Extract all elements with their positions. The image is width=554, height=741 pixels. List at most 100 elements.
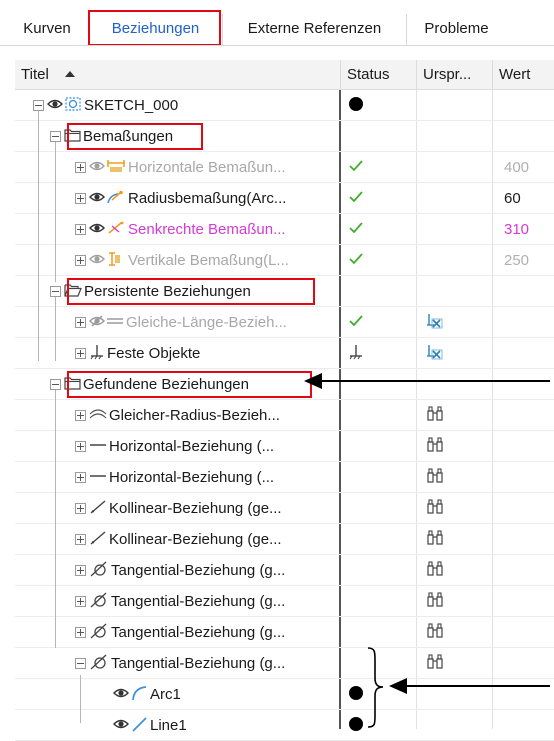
expand-toggle[interactable] bbox=[75, 410, 86, 421]
tree-node-dimension[interactable]: Vertikale Bemaßung(L... 250 bbox=[15, 245, 554, 276]
annotation-brace bbox=[367, 647, 384, 728]
origin-cell bbox=[416, 617, 454, 648]
tree-node-label: Vertikale Bemaßung(L... bbox=[128, 252, 289, 269]
line-icon bbox=[130, 716, 148, 736]
tree-node-label: Horizontal-Beziehung (... bbox=[109, 438, 275, 455]
column-header-row: Titel Status Urspr... Wert bbox=[15, 60, 554, 90]
tree-node-dimensions[interactable]: Bemaßungen bbox=[15, 121, 554, 152]
tree-node-label: Feste Objekte bbox=[107, 345, 201, 362]
tree-guide-line bbox=[80, 675, 81, 723]
column-header-title[interactable]: Titel bbox=[15, 60, 340, 90]
eye-icon[interactable] bbox=[89, 252, 105, 269]
tree-node-dimension[interactable]: Horizontale Bemaßun... 400 bbox=[15, 152, 554, 183]
tree-guide-line bbox=[38, 111, 39, 361]
status-cell bbox=[341, 462, 371, 493]
tree-node-relation[interactable]: Horizontal-Beziehung (... bbox=[15, 431, 554, 462]
tree-node-dimension[interactable]: Radiusbemaßung(Arc... 60 bbox=[15, 183, 554, 214]
status-cell bbox=[341, 617, 371, 648]
expand-toggle[interactable] bbox=[75, 162, 86, 173]
tree-node-label: Persistente Beziehungen bbox=[84, 283, 251, 300]
tab-divider bbox=[0, 45, 554, 46]
tree-node-dimension[interactable]: Senkrechte Bemaßun... 310 bbox=[15, 214, 554, 245]
tree-node-label: Radiusbemaßung(Arc... bbox=[128, 190, 287, 207]
tree-node-label: Tangential-Beziehung (g... bbox=[111, 655, 286, 672]
collinear-relation-icon bbox=[89, 499, 107, 518]
value-cell[interactable]: 400 bbox=[504, 152, 529, 183]
eye-icon[interactable] bbox=[89, 190, 105, 207]
check-icon bbox=[348, 252, 364, 270]
expand-toggle[interactable] bbox=[75, 224, 86, 235]
column-header-origin[interactable]: Urspr... bbox=[416, 60, 492, 90]
expand-toggle[interactable] bbox=[75, 565, 86, 576]
sketch-icon bbox=[64, 96, 82, 116]
tree-node-relation[interactable]: Kollinear-Beziehung (ge... bbox=[15, 524, 554, 555]
eye-icon[interactable] bbox=[89, 159, 105, 176]
expand-toggle[interactable] bbox=[75, 255, 86, 266]
tab-beziehungen[interactable]: Beziehungen bbox=[88, 14, 222, 46]
expand-toggle[interactable] bbox=[75, 627, 86, 638]
status-cell bbox=[341, 338, 371, 369]
origin-cell bbox=[416, 338, 454, 369]
expand-toggle[interactable] bbox=[75, 534, 86, 545]
column-header-value[interactable]: Wert bbox=[492, 60, 554, 90]
tree-node-label: Tangential-Beziehung (g... bbox=[111, 562, 286, 579]
expand-toggle[interactable] bbox=[75, 193, 86, 204]
tree-node-sketch[interactable]: SKETCH_000 bbox=[15, 90, 554, 121]
tree-node-relation[interactable]: Kollinear-Beziehung (ge... bbox=[15, 493, 554, 524]
radius-dimension-icon bbox=[106, 190, 126, 208]
origin-cell bbox=[416, 400, 454, 431]
tab-kurven[interactable]: Kurven bbox=[8, 14, 86, 46]
tree-node-relation[interactable]: Horizontal-Beziehung (... bbox=[15, 462, 554, 493]
eye-icon[interactable] bbox=[113, 686, 129, 703]
value-cell[interactable]: 250 bbox=[504, 245, 529, 276]
folder-icon bbox=[64, 376, 81, 394]
status-cell bbox=[341, 183, 371, 214]
visibility-off-icon[interactable] bbox=[89, 314, 105, 331]
status-cell bbox=[341, 152, 371, 183]
collapse-toggle[interactable] bbox=[50, 379, 61, 390]
eye-icon[interactable] bbox=[47, 97, 63, 114]
origin-cell bbox=[416, 245, 454, 276]
status-dot-icon bbox=[348, 96, 364, 116]
tree-node-relation[interactable]: Tangential-Beziehung (g... bbox=[15, 617, 554, 648]
value-cell[interactable]: 60 bbox=[504, 183, 521, 214]
expand-toggle[interactable] bbox=[75, 503, 86, 514]
tree-node-relation[interactable]: Gleiche-Länge-Bezieh... bbox=[15, 307, 554, 338]
check-icon bbox=[348, 314, 364, 332]
tree-node-relation[interactable]: Tangential-Beziehung (g... bbox=[15, 555, 554, 586]
binoculars-icon bbox=[426, 530, 444, 549]
value-cell[interactable]: 310 bbox=[504, 214, 529, 245]
eye-icon[interactable] bbox=[113, 717, 129, 734]
tree-node-relation[interactable]: Tangential-Beziehung (g... bbox=[15, 586, 554, 617]
tree-node-label: Line1 bbox=[150, 717, 187, 734]
perpendicular-dimension-icon bbox=[106, 221, 126, 239]
collapse-toggle[interactable] bbox=[50, 286, 61, 297]
expand-toggle[interactable] bbox=[75, 596, 86, 607]
expand-toggle[interactable] bbox=[75, 317, 86, 328]
origin-cell bbox=[416, 307, 454, 338]
collapse-toggle[interactable] bbox=[75, 658, 86, 669]
status-cell bbox=[341, 431, 371, 462]
origin-cell bbox=[416, 431, 454, 462]
origin-cell bbox=[416, 555, 454, 586]
expand-toggle[interactable] bbox=[75, 441, 86, 452]
status-cell bbox=[341, 276, 371, 307]
status-cell bbox=[341, 524, 371, 555]
tree-node-line[interactable]: Line1 bbox=[15, 710, 554, 741]
expand-toggle[interactable] bbox=[75, 472, 86, 483]
tree-node-relation[interactable]: Gleicher-Radius-Bezieh... bbox=[15, 400, 554, 431]
expand-toggle[interactable] bbox=[75, 348, 86, 359]
tab-probleme[interactable]: Probleme bbox=[406, 14, 506, 46]
horizontal-relation-icon bbox=[89, 438, 107, 455]
collapse-toggle[interactable] bbox=[50, 131, 61, 142]
status-cell bbox=[341, 245, 371, 276]
binoculars-icon bbox=[426, 499, 444, 518]
eye-icon[interactable] bbox=[89, 221, 105, 238]
tree-node-fixed-objects[interactable]: Feste Objekte bbox=[15, 338, 554, 369]
tree-guide-line bbox=[80, 720, 81, 721]
tab-externe-referenzen[interactable]: Externe Referenzen bbox=[222, 14, 406, 46]
collapse-toggle[interactable] bbox=[33, 100, 44, 111]
column-header-status[interactable]: Status bbox=[340, 60, 416, 90]
tree-node-persistent-relations[interactable]: Persistente Beziehungen bbox=[15, 276, 554, 307]
status-cell bbox=[341, 493, 371, 524]
